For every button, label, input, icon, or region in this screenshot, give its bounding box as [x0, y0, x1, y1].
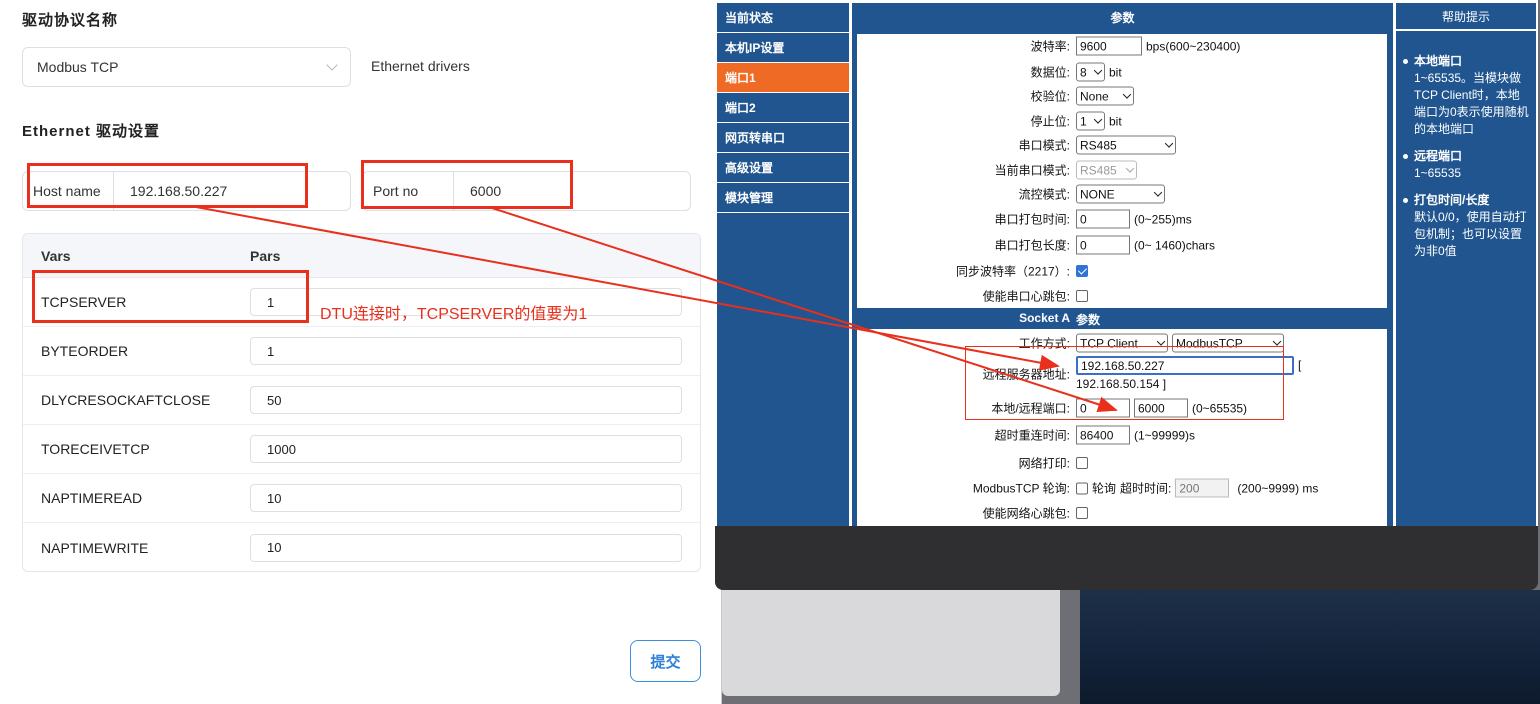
arrow-host-to-remote-addr	[195, 206, 1060, 371]
arrow-port-to-remote-port	[491, 207, 1118, 413]
annotation-arrows	[195, 206, 1118, 413]
